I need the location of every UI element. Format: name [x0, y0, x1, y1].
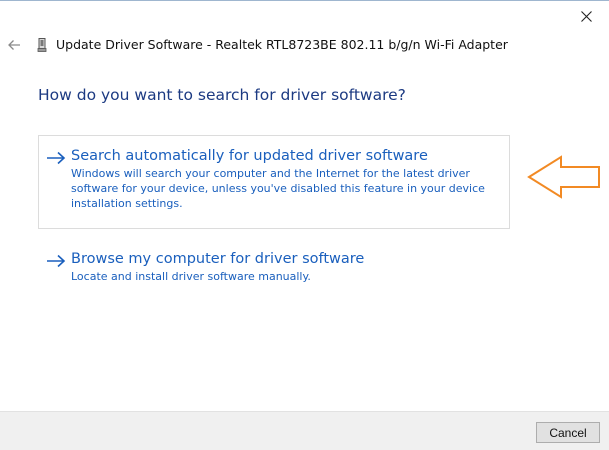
- page-heading: How do you want to search for driver sof…: [38, 86, 406, 104]
- close-icon: [580, 10, 592, 22]
- right-arrow-icon: [47, 254, 66, 268]
- browse-computer-option[interactable]: Browse my computer for driver software L…: [38, 238, 510, 298]
- back-arrow-icon: [8, 40, 20, 50]
- title-bar: Update Driver Software - Realtek RTL8723…: [0, 30, 609, 60]
- cancel-button[interactable]: Cancel: [536, 422, 600, 443]
- option-title: Search automatically for updated driver …: [71, 148, 428, 164]
- window-title: Update Driver Software - Realtek RTL8723…: [56, 37, 508, 52]
- option-description: Locate and install driver software manua…: [71, 270, 311, 283]
- right-arrow-icon: [47, 151, 66, 165]
- network-adapter-icon: [37, 38, 47, 52]
- search-automatically-option[interactable]: Search automatically for updated driver …: [38, 135, 510, 229]
- window-top-border: [0, 0, 609, 1]
- update-driver-dialog: Update Driver Software - Realtek RTL8723…: [0, 0, 609, 450]
- option-title: Browse my computer for driver software: [71, 251, 365, 267]
- option-description: Windows will search your computer and th…: [71, 167, 485, 210]
- close-button[interactable]: [563, 1, 609, 31]
- back-button[interactable]: [4, 34, 24, 56]
- annotation-arrow-icon: [527, 155, 600, 199]
- dialog-footer: Cancel: [0, 411, 609, 450]
